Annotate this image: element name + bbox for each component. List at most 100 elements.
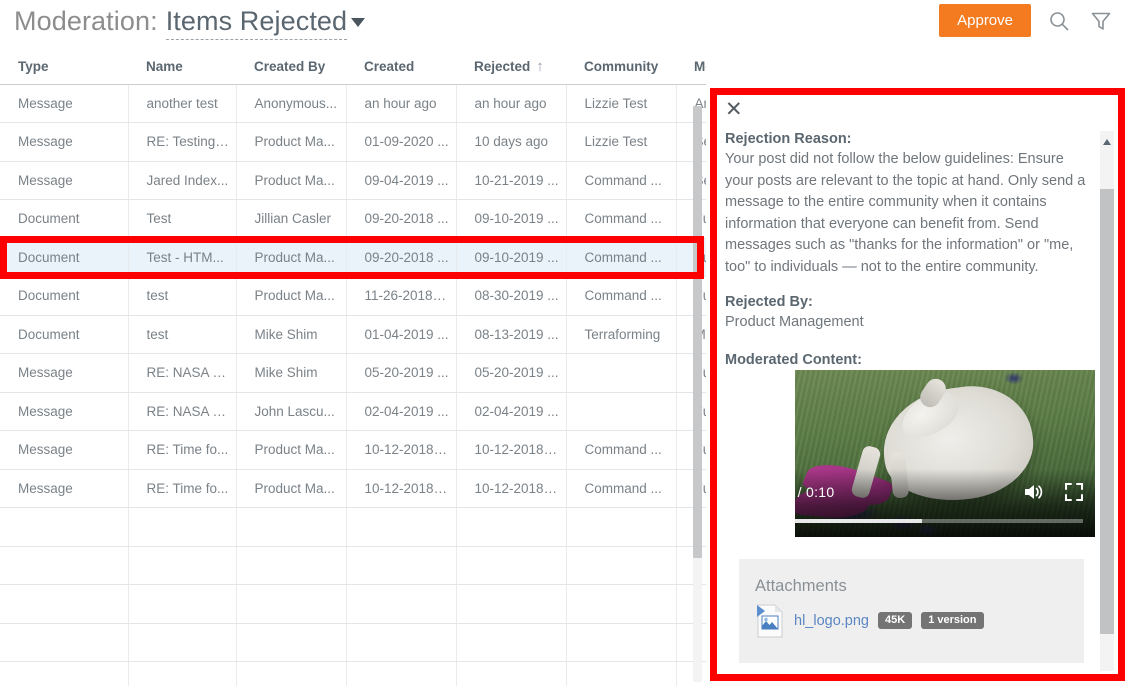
cell-name[interactable]: Jared Index... [128,161,237,200]
table-scrollbar-thumb[interactable] [693,106,702,558]
cell-name[interactable]: Test - HTM... [128,238,237,277]
cell-name[interactable]: test [128,315,237,354]
cell-name[interactable]: test [128,276,237,316]
panel-vertical-scrollbar[interactable] [1100,131,1114,671]
cell-name[interactable]: another test [128,84,237,123]
cell-created-by[interactable]: Jillian Casler [236,199,347,239]
table-row[interactable]: Document test Product Ma... 11-26-2018 1...… [0,276,706,316]
cell-created: 05-20-2019 ... [346,353,457,393]
rejection-reason-text: Your post did not follow the below guide… [725,151,1086,275]
cell-created-by[interactable]: Product Ma... [236,238,347,277]
table-body: Message another test Anonymous... an hour a… [0,84,706,686]
close-icon[interactable]: ✕ [725,99,743,120]
table-row[interactable]: Message Jared Index... Product Ma... 09-04-… [0,161,706,200]
table-row[interactable]: Document Test - HTM... Product Ma... 09-20-… [0,238,706,277]
column-header-community[interactable]: Community [566,52,676,85]
cell-community[interactable] [566,392,677,431]
cell-created-by[interactable]: Product Ma... [236,122,347,162]
approve-button[interactable]: Approve [939,4,1031,37]
cell-created: 09-04-2019 ... [346,161,457,200]
cell-created-by[interactable]: Mike Shim [236,353,347,393]
cell-name[interactable]: RE: Testing ... [128,122,237,162]
cell-created: 01-04-2019 ... [346,315,457,354]
cell-type: Document [0,315,129,354]
cell-name[interactable]: RE: NASA M... [128,392,237,431]
cell-created-by[interactable]: Product Ma... [236,430,347,470]
cell-community[interactable]: Command ... [566,276,677,316]
cell-community[interactable]: Lizzie Test [566,84,677,123]
attachment-size-badge: 45K [878,612,913,629]
cell-created: 11-26-2018 1... [346,276,457,316]
cell-created: 10-12-2018 1... [346,430,457,470]
column-header-name[interactable]: Name [128,52,236,85]
cell-name[interactable]: Test [128,199,237,239]
rejection-reason-label: Rejection Reason: [725,131,852,147]
column-header-moderation[interactable]: Mod [676,52,706,85]
cell-created-by[interactable]: Product Ma... [236,161,347,200]
filter-icon[interactable] [1087,7,1115,35]
page-header: Moderation: Items Rejected Approve [0,0,1125,52]
column-header-created-by[interactable]: Created By [236,52,346,85]
cell-type: Document [0,276,129,316]
table-row-empty [0,507,706,547]
cell-rejected: 10-12-2018 1... [456,469,567,508]
table-row[interactable]: Message RE: Time fo... Product Ma... 10-12-… [0,430,706,470]
cell-created: 01-09-2020 ... [346,122,457,162]
table-row-empty [0,546,706,585]
cell-rejected: 10-21-2019 ... [456,161,567,200]
column-header-type[interactable]: Type [0,52,128,85]
attachment-file-name[interactable]: hl_logo.png [794,613,869,629]
cell-name[interactable]: RE: NASA M... [128,353,237,393]
cell-type: Message [0,353,129,393]
video-progress-bar[interactable] [795,518,1083,523]
attachment-item[interactable]: hl_logo.png 45K 1 version [755,604,1084,638]
cell-created-by[interactable]: John Lascu... [236,392,347,431]
cell-created: 02-04-2019 ... [346,392,457,431]
cell-created-by[interactable]: Product Ma... [236,276,347,316]
volume-icon[interactable] [1023,482,1045,502]
cell-created-by[interactable]: Product Ma... [236,469,347,508]
video-player[interactable]: 0:00 / 0:10 [795,369,1095,537]
cell-rejected: 10-12-2018 1... [456,430,567,470]
table-row[interactable]: Message another test Anonymous... an hour a… [0,84,706,123]
cell-created: 09-20-2018 ... [346,238,457,277]
table-row-empty [0,623,706,662]
moderation-table[interactable]: Type Name Created By Created Rejected ↑ C… [0,52,706,686]
cell-community[interactable]: Command ... [566,469,677,508]
cell-rejected: 08-30-2019 ... [456,276,567,316]
search-icon[interactable] [1045,7,1073,35]
table-vertical-scrollbar[interactable] [693,106,702,682]
items-rejected-dropdown[interactable]: Items Rejected [165,6,366,40]
moderation-page: Moderation: Items Rejected Approve Type … [0,0,1125,686]
cell-created-by[interactable]: Mike Shim [236,315,347,354]
cell-type: Document [0,199,129,239]
cell-community[interactable] [566,353,677,393]
table-row[interactable]: Message RE: NASA M... Mike Shim 05-20-2019 … [0,353,706,393]
table-row[interactable]: Document test Mike Shim 01-04-2019 ... 08-13… [0,315,706,354]
cell-community[interactable]: Lizzie Test [566,122,677,162]
table-row[interactable]: Message RE: Time fo... Product Ma... 10-12-… [0,469,706,508]
table-row[interactable]: Document Test Jillian Casler 09-20-2018 ...… [0,199,706,239]
cell-created-by[interactable]: Anonymous... [236,84,347,123]
sort-ascending-icon: ↑ [536,57,544,75]
cell-rejected: an hour ago [456,84,567,123]
cell-name[interactable]: RE: Time fo... [128,430,237,470]
attachment-version-badge: 1 version [921,612,984,629]
cell-community[interactable]: Command ... [566,238,677,277]
scroll-up-arrow-icon[interactable] [1103,139,1111,145]
panel-scrollbar-thumb[interactable] [1100,189,1114,634]
cell-community[interactable]: Command ... [566,161,677,200]
table-row[interactable]: Message RE: NASA M... John Lascu... 02-04-2… [0,392,706,431]
fullscreen-icon[interactable] [1065,482,1083,501]
cell-created: an hour ago [346,84,457,123]
cell-community[interactable]: Command ... [566,199,677,239]
video-controls: 0:00 / 0:10 [795,468,1095,537]
attachments-section: Attachments hl_logo.png 45K 1 version [739,558,1084,663]
cell-name[interactable]: RE: Time fo... [128,469,237,508]
table-row[interactable]: Message RE: Testing ... Product Ma... 01-09… [0,122,706,162]
video-progress-fill [795,518,922,523]
cell-community[interactable]: Terraforming [566,315,677,354]
column-header-rejected[interactable]: Rejected ↑ [456,52,566,85]
cell-community[interactable]: Command ... [566,430,677,470]
column-header-created[interactable]: Created [346,52,456,85]
